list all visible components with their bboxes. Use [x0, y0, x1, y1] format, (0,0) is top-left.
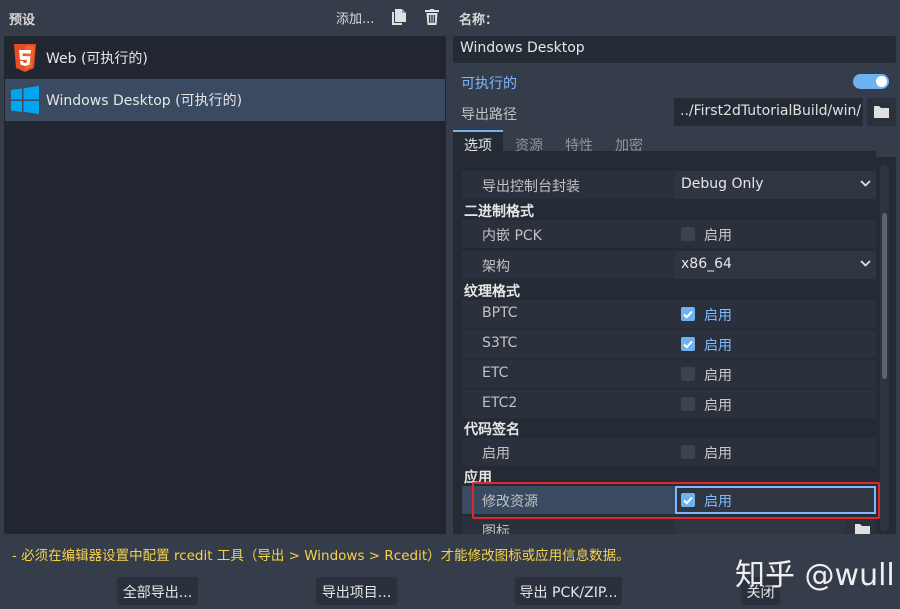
- etc2-checkbox[interactable]: 启用: [675, 390, 876, 418]
- dropdown-value: x86_64: [681, 256, 732, 272]
- option-label: 修改资源: [482, 494, 538, 510]
- checkbox-box-checked: [681, 337, 695, 351]
- option-row-bptc: BPTC 启用: [462, 300, 876, 328]
- chevron-down-icon: [860, 260, 871, 267]
- panel-top-mask: [453, 157, 896, 165]
- folder-icon: [874, 106, 889, 118]
- toggle-knob: [876, 76, 887, 87]
- presets-title: 预设: [9, 13, 36, 28]
- delete-icon[interactable]: [424, 9, 440, 25]
- option-label: ETC: [482, 365, 509, 381]
- folder-icon: [855, 524, 870, 534]
- option-label: BPTC: [482, 305, 518, 321]
- preset-item-web[interactable]: Web (可执行的): [5, 37, 445, 79]
- option-row-etc: ETC 启用: [462, 360, 876, 388]
- option-row-export-console-wrapper: 导出控制台封装 Debug Only: [462, 171, 876, 199]
- checkbox-label: 启用: [704, 338, 732, 354]
- browse-folder-button[interactable]: [867, 98, 896, 126]
- checkbox-label: 启用: [704, 446, 732, 462]
- html5-icon: [10, 43, 40, 73]
- preset-name-input[interactable]: Windows Desktop: [453, 36, 896, 63]
- option-row-s3tc: S3TC 启用: [462, 330, 876, 358]
- preset-label-web: Web (可执行的): [46, 51, 148, 67]
- architecture-dropdown[interactable]: x86_64: [675, 251, 876, 279]
- checkbox-label: 启用: [704, 308, 732, 324]
- option-label: 图标: [482, 524, 510, 534]
- option-label: 导出控制台封装: [482, 179, 580, 195]
- category-label: 代码签名: [464, 422, 520, 438]
- options-scrollbar-thumb[interactable]: [882, 213, 887, 379]
- option-label: 启用: [482, 446, 510, 462]
- option-row-etc2: ETC2 启用: [462, 390, 876, 418]
- runnable-toggle[interactable]: [853, 74, 889, 89]
- export-project-button[interactable]: 导出项目...: [316, 577, 397, 605]
- name-label: 名称：: [459, 13, 499, 28]
- option-row-modify-resources: 修改资源 启用: [462, 486, 876, 514]
- checkbox-label: 启用: [704, 398, 732, 414]
- category-binary-format: 二进制格式: [462, 197, 876, 221]
- bptc-checkbox[interactable]: 启用: [675, 300, 876, 328]
- category-codesign: 代码签名: [462, 415, 876, 439]
- export-path-input[interactable]: ../First2dTutorialBuild/win/: [674, 98, 863, 126]
- checkbox-label: 启用: [704, 368, 732, 384]
- codesign-enable-checkbox[interactable]: 启用: [675, 438, 876, 466]
- checkmark-icon: [683, 496, 693, 505]
- checkbox-box: [681, 227, 695, 241]
- rcedit-warning: - 必须在编辑器设置中配置 rcedit 工具（导出 > Windows > R…: [12, 548, 630, 564]
- duplicate-icon[interactable]: [392, 9, 406, 25]
- option-row-architecture: 架构 x86_64: [462, 251, 876, 279]
- preset-list: Web (可执行的) Windows Desktop (可执行的): [4, 36, 446, 534]
- checkmark-icon: [683, 310, 693, 319]
- chevron-down-icon: [860, 180, 871, 187]
- runnable-label: 可执行的: [461, 76, 517, 92]
- icon-path-input[interactable]: [675, 517, 845, 534]
- option-label: ETC2: [482, 395, 518, 411]
- checkbox-box: [681, 445, 695, 459]
- category-label: 应用: [464, 470, 492, 486]
- add-preset-button[interactable]: 添加...: [336, 8, 374, 27]
- export-console-wrapper-dropdown[interactable]: Debug Only: [675, 171, 876, 199]
- embed-pck-checkbox[interactable]: 启用: [675, 220, 876, 248]
- checkbox-label: 启用: [704, 228, 732, 244]
- windows-icon: [10, 85, 40, 115]
- watermark: 知乎 @wull: [735, 558, 895, 593]
- export-all-button[interactable]: 全部导出...: [117, 577, 198, 605]
- option-row-icon: 图标: [462, 517, 876, 534]
- preset-item-windows-desktop[interactable]: Windows Desktop (可执行的): [5, 79, 445, 121]
- export-pck-zip-button[interactable]: 导出 PCK/ZIP...: [515, 577, 622, 605]
- category-application: 应用: [462, 463, 876, 487]
- checkbox-box: [681, 397, 695, 411]
- option-row-codesign-enable: 启用 启用: [462, 438, 876, 466]
- category-label: 纹理格式: [464, 284, 520, 300]
- category-texture-format: 纹理格式: [462, 277, 876, 301]
- preset-label-windows-desktop: Windows Desktop (可执行的): [46, 93, 243, 109]
- dropdown-value: Debug Only: [681, 176, 764, 192]
- checkmark-icon: [683, 340, 693, 349]
- option-row-embed-pck: 内嵌 PCK 启用: [462, 220, 876, 248]
- option-label: S3TC: [482, 335, 518, 351]
- option-label: 内嵌 PCK: [482, 228, 542, 244]
- checkbox-box-checked: [681, 307, 695, 321]
- modify-resources-checkbox[interactable]: 启用: [675, 486, 876, 514]
- category-label: 二进制格式: [464, 204, 534, 220]
- checkbox-box-checked: [681, 493, 695, 507]
- s3tc-checkbox[interactable]: 启用: [675, 330, 876, 358]
- option-label: 架构: [482, 259, 510, 275]
- checkbox-label: 启用: [704, 494, 732, 510]
- checkbox-box: [681, 367, 695, 381]
- etc-checkbox[interactable]: 启用: [675, 360, 876, 388]
- export-path-label: 导出路径: [461, 107, 517, 123]
